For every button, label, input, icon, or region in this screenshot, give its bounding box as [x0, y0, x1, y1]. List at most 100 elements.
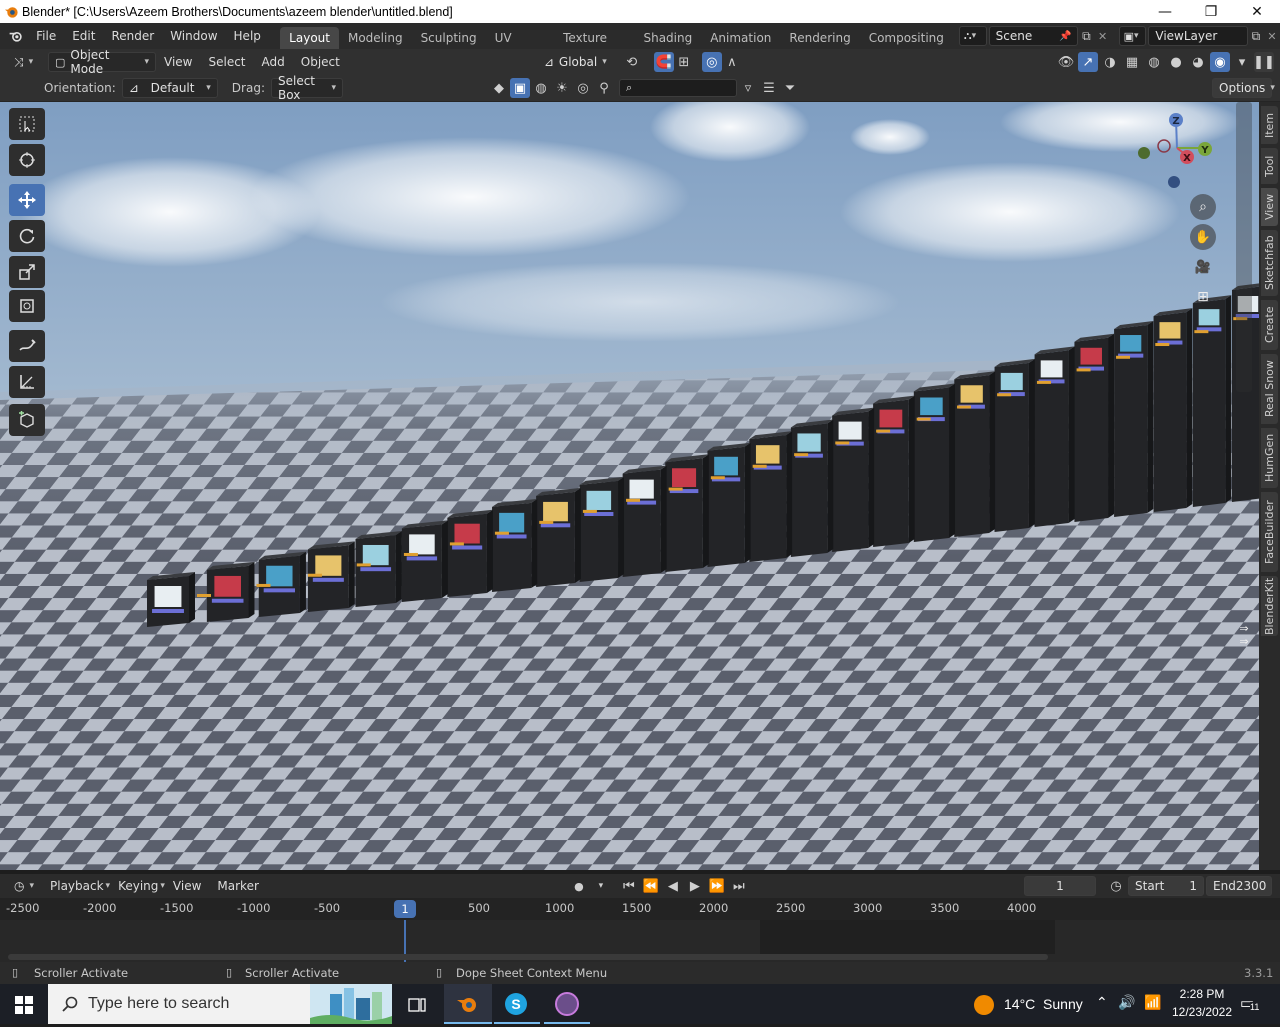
region-collapse-icon[interactable]: ⇒ ⇒	[1236, 622, 1252, 662]
gizmo-toggle-icon[interactable]: ↗	[1078, 52, 1098, 72]
timeline-ruler[interactable]: -2500 -2000 -1500 -1000 -500 1 500 1000 1500 2000…	[0, 898, 1280, 920]
proportional-editing-icon[interactable]: ◎	[701, 52, 722, 72]
orientation-dropdown[interactable]: ⊿ Default ▾	[121, 78, 218, 98]
3d-viewport[interactable]: Z Y X ⌕ ✋ 🎥 ⊞ ⇒ ⇒	[0, 102, 1259, 870]
camera-filter-icon[interactable]: ◎	[573, 78, 593, 98]
jump-keyframe-back-icon[interactable]: ⏪	[641, 876, 661, 896]
transform-tool[interactable]	[9, 290, 45, 322]
tab-animation[interactable]: Animation	[701, 27, 780, 49]
minimize-button[interactable]: —	[1142, 0, 1188, 23]
sidebar-toggle-icon[interactable]: ❚❚	[1253, 52, 1275, 72]
menu-window[interactable]: Window	[162, 23, 225, 49]
pin-icon[interactable]: 📌	[1059, 31, 1071, 42]
snap-target-icon[interactable]: ⊞	[674, 52, 694, 72]
viewport-menu-view[interactable]: View	[156, 49, 200, 75]
falloff-icon[interactable]: ∧	[722, 52, 742, 72]
measure-tool[interactable]	[9, 366, 45, 398]
move-tool[interactable]	[9, 184, 45, 216]
select-box-tool[interactable]	[9, 108, 45, 140]
viewlayer-selector[interactable]: ViewLayer	[1148, 26, 1248, 46]
region-scrollbar[interactable]	[1236, 102, 1252, 392]
maximize-button[interactable]: ❐	[1188, 0, 1234, 23]
scale-tool[interactable]	[9, 256, 45, 288]
material-shading-icon[interactable]: ◕	[1188, 52, 1208, 72]
keying-set-icon[interactable]: ▾	[591, 876, 611, 896]
timeline-scrollbar[interactable]	[8, 954, 1048, 960]
add-cube-tool[interactable]	[9, 404, 45, 436]
overlay-icon[interactable]: ◑	[1100, 52, 1120, 72]
weather-text[interactable]: 14°C Sunny	[1004, 996, 1083, 1012]
sidebar-tab-item[interactable]: Item	[1261, 106, 1278, 144]
record-icon[interactable]: ●	[569, 876, 589, 896]
sidebar-tab-view[interactable]: View	[1261, 188, 1278, 226]
sidebar-tab-create[interactable]: Create	[1261, 300, 1278, 350]
sidebar-tab-real-snow[interactable]: Real Snow	[1261, 354, 1278, 424]
tab-texture-paint[interactable]: Texture Paint	[554, 27, 634, 67]
start-frame-field[interactable]: Start 1	[1128, 876, 1204, 896]
new-viewlayer-icon[interactable]: ⧉	[1248, 26, 1264, 46]
mesh-filter-icon[interactable]: ◍	[531, 78, 551, 98]
tab-uv-editing[interactable]: UV Editing	[486, 27, 554, 67]
select-mode-icon[interactable]: ◆	[489, 78, 509, 98]
cursor-tool[interactable]	[9, 144, 45, 176]
visibility-icon[interactable]: 👁	[1056, 52, 1076, 72]
object-mode-dropdown[interactable]: ▢ Object Mode ▾	[48, 48, 156, 76]
perspective-grid-icon[interactable]: ⊞	[1190, 284, 1216, 310]
tab-rendering[interactable]: Rendering	[780, 27, 859, 49]
clock-time[interactable]: 2:28 PM	[1172, 987, 1232, 1001]
filter-dropdown-icon[interactable]: ▿	[738, 78, 758, 98]
search-input[interactable]: ⌕	[618, 79, 737, 97]
taskbar-skype-app[interactable]: S	[494, 984, 540, 1024]
rendered-shading-icon[interactable]: ◉	[1210, 52, 1230, 72]
show-hidden-icons[interactable]: ⌃	[1096, 994, 1108, 1011]
current-frame-field[interactable]: 1	[1024, 876, 1096, 896]
clock-date[interactable]: 12/23/2022	[1164, 1005, 1240, 1019]
viewport-menu-object[interactable]: Object	[293, 49, 348, 75]
snap-icon[interactable]: 🧲	[653, 52, 674, 72]
rotate-tool[interactable]	[9, 220, 45, 252]
delete-viewlayer-icon[interactable]: ✕	[1264, 26, 1280, 46]
timeline-body[interactable]	[0, 920, 1280, 962]
xray-icon[interactable]: ▦	[1122, 52, 1142, 72]
shading-options-icon[interactable]: ▾	[1232, 52, 1252, 72]
preview-range-icon[interactable]: ◷	[1106, 876, 1126, 896]
tab-sculpting[interactable]: Sculpting	[412, 27, 486, 49]
menu-help[interactable]: Help	[226, 23, 269, 49]
scene-selector[interactable]: Scene 📌	[988, 26, 1079, 46]
solid-shading-icon[interactable]: ●	[1166, 52, 1186, 72]
timeline-menu-keying[interactable]: Keying	[110, 873, 166, 899]
sidebar-tab-blenderkit[interactable]: BlenderKit	[1261, 576, 1278, 636]
menu-edit[interactable]: Edit	[64, 23, 103, 49]
scene-type-dropdown[interactable]: ⛬ ▾	[958, 26, 987, 46]
sidebar-tab-sketchfab[interactable]: Sketchfab	[1261, 230, 1278, 296]
windows-start-icon[interactable]	[15, 996, 33, 1014]
annotate-tool[interactable]	[9, 330, 45, 362]
drag-dropdown[interactable]: Select Box ▾	[270, 74, 343, 102]
close-button[interactable]: ✕	[1234, 0, 1280, 23]
light-filter-icon[interactable]: ☀	[552, 78, 572, 98]
pivot-point-icon[interactable]: ⟲	[622, 52, 642, 72]
viewlayer-type-dropdown[interactable]: ▣ ▾	[1118, 26, 1147, 46]
empty-filter-icon[interactable]: ⚲	[594, 78, 614, 98]
tab-compositing[interactable]: Compositing	[860, 27, 953, 49]
sidebar-tab-tool[interactable]: Tool	[1261, 148, 1278, 184]
sidebar-tab-humgen[interactable]: HumGen	[1261, 428, 1278, 488]
navigation-gizmo[interactable]: Z Y X	[1130, 108, 1218, 198]
editor-type-dropdown[interactable]: ⤨ ▾	[8, 52, 42, 72]
viewport-menu-select[interactable]: Select	[200, 49, 253, 75]
list-icon[interactable]: ☰	[759, 78, 779, 98]
tab-shading[interactable]: Shading	[634, 27, 701, 49]
transform-orientation-dropdown[interactable]: ⊿ Global ▾	[538, 52, 616, 72]
camera-view-icon[interactable]: 🎥	[1190, 254, 1216, 280]
notification-center[interactable]: ▭ 11	[1240, 994, 1264, 1014]
jump-keyframe-forward-icon[interactable]: ⏩	[707, 876, 727, 896]
taskbar-blender-app[interactable]	[444, 984, 492, 1024]
taskbar-search-box[interactable]: Type here to search	[48, 984, 392, 1024]
select-box-icon[interactable]: ▣	[509, 78, 530, 98]
blender-menu-icon[interactable]	[8, 28, 24, 44]
tab-modeling[interactable]: Modeling	[339, 27, 412, 49]
jump-end-icon[interactable]: ⏭	[729, 876, 749, 896]
funnel-icon[interactable]: ⏷	[780, 78, 800, 98]
play-reverse-icon[interactable]: ◀	[663, 876, 683, 896]
jump-start-icon[interactable]: ⏮	[619, 876, 639, 896]
